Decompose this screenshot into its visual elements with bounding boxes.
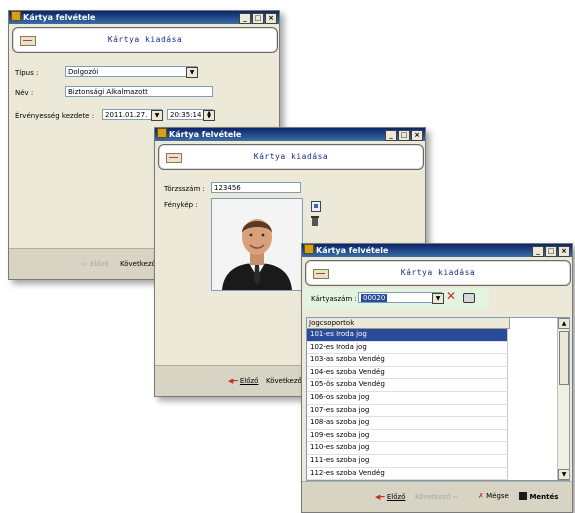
card-number-select[interactable]: 00020: [358, 292, 442, 303]
clear-icon[interactable]: ✕: [446, 290, 456, 302]
person-photo: [212, 199, 302, 290]
load-photo-icon[interactable]: [311, 201, 321, 212]
table-row[interactable]: 110-es szoba jog: [307, 442, 508, 455]
window-title: Kártya felvétele: [23, 13, 96, 22]
name-input[interactable]: Biztonsági Alkalmazott: [65, 86, 213, 97]
banner-title: Kártya kiadása: [400, 268, 476, 277]
grid-rows: 101-es Iroda jog 102-es Iroda jog 103-as s…: [307, 329, 569, 480]
permission-group-grid[interactable]: Jogcsoportok 101-es Iroda jog 102-es Irod…: [306, 317, 570, 481]
photo-label: Fénykép :: [164, 201, 198, 209]
type-value: Dolgozói: [68, 68, 99, 76]
title-bar[interactable]: Kártya felvétele _ □ ×: [302, 244, 572, 257]
window-title: Kártya felvétele: [169, 130, 242, 139]
table-row[interactable]: 107-es szoba jog: [307, 404, 508, 418]
title-bar[interactable]: Kártya felvétele _ □ ×: [9, 11, 279, 24]
next-label: Következő: [415, 493, 451, 501]
arrow-left-icon: ◀━: [375, 493, 385, 501]
table-row[interactable]: 103-as szoba Vendég: [307, 354, 508, 367]
close-button[interactable]: ×: [265, 13, 277, 24]
employee-number-label: Törzsszám :: [164, 185, 205, 193]
save-button[interactable]: Mentés: [519, 492, 558, 501]
card-number-label: Kártyaszám :: [311, 295, 357, 303]
footer-bar: ◀━ Előző Következő ⇨ ✗ Mégse Mentés: [302, 481, 572, 512]
maximize-button[interactable]: □: [252, 13, 264, 24]
prev-label: Előző: [239, 377, 259, 385]
table-row[interactable]: 105-ös szoba Vendég: [307, 379, 508, 392]
minimize-button[interactable]: _: [532, 246, 544, 257]
next-button[interactable]: Következő: [266, 377, 302, 385]
type-select[interactable]: Dolgozói: [65, 66, 197, 77]
next-button[interactable]: Következő ⇨: [415, 493, 459, 501]
cancel-button[interactable]: ✗ Mégse: [478, 492, 509, 500]
photo-frame: [211, 198, 303, 291]
card-number-value: 00020: [361, 294, 388, 302]
validity-start-label: Érvényesség kezdete :: [15, 112, 95, 120]
arrow-right-icon: ⇨: [453, 493, 459, 501]
maximize-button[interactable]: □: [398, 130, 410, 141]
app-icon: [157, 128, 167, 138]
arrow-left-icon: ⇦: [82, 260, 88, 268]
app-icon: [304, 244, 314, 254]
prev-button[interactable]: ◀━ Előző: [228, 377, 258, 385]
close-button[interactable]: ×: [558, 246, 570, 257]
cancel-label: Mégse: [486, 492, 509, 500]
app-icon: [11, 11, 21, 21]
title-bar[interactable]: Kártya felvétele _ □ ×: [155, 128, 425, 141]
scroll-down-icon[interactable]: ▼: [558, 469, 569, 480]
prev-button[interactable]: ⇦ Előző: [82, 260, 109, 268]
scroll-thumb[interactable]: [559, 331, 569, 385]
arrow-left-icon: ◀━: [228, 377, 238, 385]
header-banner: Kártya kiadása: [158, 144, 424, 170]
table-row[interactable]: 102-es Iroda jog: [307, 341, 508, 355]
minimize-button[interactable]: _: [239, 13, 251, 24]
banner-title: Kártya kiadása: [253, 152, 329, 161]
table-row[interactable]: 106-os szoba jog: [307, 391, 508, 405]
vertical-scrollbar[interactable]: ▲ ▼: [557, 318, 569, 480]
header-banner: Kártya kiadása: [305, 260, 571, 286]
name-label: Név :: [15, 89, 34, 97]
column-header-permission-groups[interactable]: Jogcsoportok: [307, 318, 510, 329]
close-button[interactable]: ×: [411, 130, 423, 141]
chevron-down-icon[interactable]: ▼: [432, 293, 444, 304]
table-row[interactable]: 109-es szoba jog: [307, 429, 508, 443]
prev-label: Előző: [386, 493, 406, 501]
floppy-disk-icon: [519, 492, 527, 500]
employee-number-input[interactable]: 123456: [211, 182, 301, 193]
prev-button[interactable]: ◀━ Előző: [375, 493, 405, 501]
prev-label: Előző: [90, 260, 109, 268]
next-label: Következő: [120, 260, 156, 268]
calendar-dropdown-icon[interactable]: ▼: [151, 110, 163, 121]
table-row[interactable]: 101-es Iroda jog: [307, 329, 508, 342]
delete-photo-icon[interactable]: [311, 216, 319, 226]
card-reader-icon[interactable]: [463, 293, 475, 303]
table-row[interactable]: 108-as szoba jog: [307, 417, 508, 430]
banner-title: Kártya kiadása: [107, 35, 183, 44]
table-row[interactable]: 111-es szoba jog: [307, 454, 508, 468]
maximize-button[interactable]: □: [545, 246, 557, 257]
header-banner: Kártya kiadása: [12, 27, 278, 53]
table-row[interactable]: 104-es szoba Vendég: [307, 366, 508, 380]
chevron-down-icon[interactable]: ▼: [186, 67, 198, 78]
time-spinner[interactable]: ▲ ▼: [203, 110, 215, 121]
save-label: Mentés: [529, 493, 559, 501]
scroll-up-icon[interactable]: ▲: [558, 318, 569, 329]
cancel-icon: ✗: [478, 492, 484, 500]
next-button[interactable]: Következő: [120, 260, 156, 268]
table-row[interactable]: 112-es szoba Vendég: [307, 467, 508, 480]
window-title: Kártya felvétele: [316, 246, 389, 255]
type-label: Típus :: [15, 69, 39, 77]
minimize-button[interactable]: _: [385, 130, 397, 141]
next-label: Következő: [266, 377, 302, 385]
window-card-issue-3: Kártya felvétele _ □ × Kártya kiadása Ká…: [301, 243, 573, 513]
